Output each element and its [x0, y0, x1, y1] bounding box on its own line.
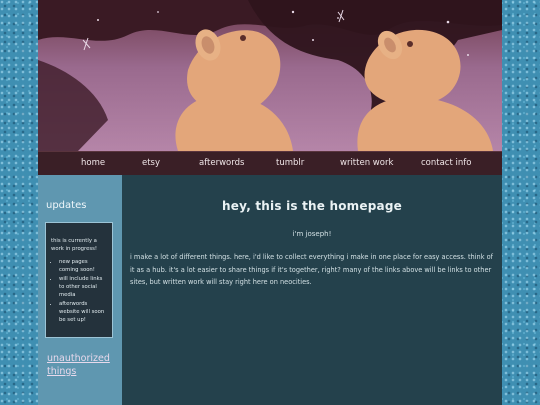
nav-home-link[interactable]: home	[81, 158, 105, 168]
unauthorized-things-link[interactable]: unauthorized things	[47, 352, 117, 378]
update-item: afterwords website will soon be set up!	[59, 300, 108, 324]
update-item: will include links to other social media	[59, 275, 108, 299]
nav-tumblr-link[interactable]: tumblr	[276, 158, 304, 168]
sidebar-title: updates	[46, 200, 87, 211]
updates-intro: this is currently a work in progress!	[51, 238, 98, 252]
nav-written-work-link[interactable]: written work	[340, 158, 393, 168]
main-content: hey, this is the homepage i'm joseph! i …	[122, 175, 502, 405]
header-banner-art	[38, 0, 502, 151]
updates-list: new pages coming soon! will include link…	[51, 258, 108, 324]
page-wrapper: home etsy afterwords tumblr written work…	[38, 0, 502, 405]
intro-paragraph: i make a lot of different things. here, …	[130, 253, 493, 286]
page-subtitle: i'm joseph!	[292, 230, 332, 238]
nav-contact-info-link[interactable]: contact info	[421, 158, 471, 168]
nav-etsy-link[interactable]: etsy	[142, 158, 160, 168]
page-title: hey, this is the homepage	[222, 199, 402, 213]
top-navigation: home etsy afterwords tumblr written work…	[38, 151, 502, 176]
sidebar: updates this is currently a work in prog…	[38, 175, 122, 405]
updates-box: this is currently a work in progress! ne…	[45, 222, 113, 338]
update-item: new pages coming soon!	[59, 258, 108, 274]
nav-afterwords-link[interactable]: afterwords	[199, 158, 244, 168]
